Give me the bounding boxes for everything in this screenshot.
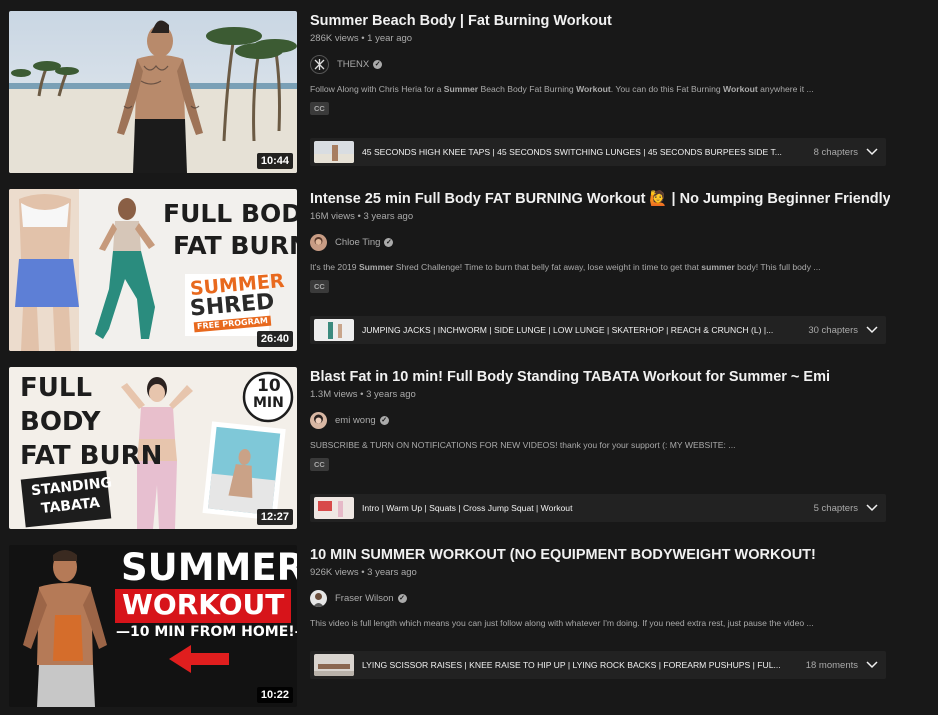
video-thumbnail[interactable]: SUMMER WORKOUT —10 MIN FROM HOME!— 10:22 [9, 545, 297, 707]
chapters-bar[interactable]: 45 SECONDS HIGH KNEE TAPS | 45 SECONDS S… [310, 138, 886, 166]
emi-wong-avatar [310, 411, 327, 429]
description-highlight: Summer [443, 84, 479, 94]
chevron-down-icon[interactable] [858, 504, 886, 512]
video-duration: 10:44 [256, 153, 293, 169]
description-text: . You can do this Fat Burning [610, 84, 724, 94]
description-highlight: Summer [358, 262, 394, 272]
video-info: Intense 25 min Full Body FAT BURNING Wor… [310, 189, 890, 344]
video-description: This video is full length which means yo… [310, 617, 890, 629]
description-text: anywhere it ... [757, 84, 814, 94]
video-duration: 12:27 [256, 509, 293, 525]
channel-link[interactable]: Fraser Wilson ✓ [310, 589, 890, 607]
video-title[interactable]: Blast Fat in 10 min! Full Body Standing … [310, 367, 890, 387]
thumb-text: FAT BURN [173, 231, 297, 260]
description-highlight: Workout [576, 84, 611, 94]
video-description: Follow Along with Chris Heria for a Summ… [310, 83, 890, 95]
channel-name: THENX [337, 58, 370, 70]
thumb-text-10: 10 [257, 376, 281, 396]
channel-link[interactable]: emi wong ✓ [310, 411, 890, 429]
video-info: Blast Fat in 10 min! Full Body Standing … [310, 367, 890, 522]
channel-link[interactable]: Chloe Ting ✓ [310, 233, 890, 251]
video-info: Summer Beach Body | Fat Burning Workout … [310, 11, 890, 166]
video-result: SUMMER WORKOUT —10 MIN FROM HOME!— 10:22… [9, 545, 938, 707]
video-meta: 16M views • 3 years ago [310, 211, 414, 222]
description-text: SUBSCRIBE & TURN ON NOTIFICATIONS FOR NE… [310, 440, 736, 450]
chloe-ting-avatar [310, 233, 327, 251]
description-text: It's the 2019 [310, 262, 359, 272]
description-highlight: summer [701, 262, 735, 272]
video-title[interactable]: 10 MIN SUMMER WORKOUT (NO EQUIPMENT BODY… [310, 545, 890, 565]
thumb-text-workout: WORKOUT [122, 588, 285, 621]
video-info: 10 MIN SUMMER WORKOUT (NO EQUIPMENT BODY… [310, 545, 890, 679]
video-thumbnail[interactable]: FULL BODY FAT BURN SUMMER SHRED FREE PRO… [9, 189, 297, 351]
video-result: FULL BODY FAT BURN SUMMER SHRED FREE PRO… [9, 189, 938, 351]
chevron-down-icon[interactable] [858, 326, 886, 334]
description-highlight: Workout [723, 84, 758, 94]
description-text: Follow Along with Chris Heria for a [310, 84, 444, 94]
thumb-text-summer: SUMMER [121, 546, 297, 589]
video-duration: 10:22 [256, 687, 293, 703]
chapter-thumbnail [314, 141, 354, 163]
thumb-text: FULL [20, 373, 93, 403]
chapters-list-text: JUMPING JACKS | INCHWORM | SIDE LUNGE | … [362, 325, 774, 335]
chapter-thumbnail [314, 654, 354, 676]
video-thumbnail[interactable]: 10:44 [9, 11, 297, 173]
chapter-thumbnail [314, 497, 354, 519]
chevron-down-icon[interactable] [858, 661, 886, 669]
cc-badge: CC [310, 280, 329, 293]
description-text: body! This full body ... [734, 262, 821, 272]
chapters-bar[interactable]: JUMPING JACKS | INCHWORM | SIDE LUNGE | … [310, 316, 886, 344]
channel-name: emi wong [335, 414, 376, 426]
channel-name: Fraser Wilson [335, 592, 394, 604]
video-title[interactable]: Intense 25 min Full Body FAT BURNING Wor… [310, 189, 890, 209]
verified-check-icon: ✓ [373, 59, 383, 69]
thumb-text: FULL BODY [163, 199, 297, 228]
thumb-text-min: MIN [253, 395, 284, 411]
video-meta: 1.3M views • 3 years ago [310, 389, 416, 400]
description-text: Shred Challenge! Time to burn that belly… [393, 262, 702, 272]
cc-badge: CC [310, 458, 329, 471]
video-thumbnail[interactable]: FULL BODY FAT BURN STANDING TABATA 10 MI… [9, 367, 297, 529]
video-result: FULL BODY FAT BURN STANDING TABATA 10 MI… [9, 367, 938, 529]
description-text: This video is full length which means yo… [310, 618, 814, 628]
verified-check-icon: ✓ [397, 593, 407, 603]
cc-badge: CC [310, 102, 329, 115]
thumb-text: FAT BURN [20, 441, 163, 471]
video-description: SUBSCRIBE & TURN ON NOTIFICATIONS FOR NE… [310, 439, 890, 451]
chapters-list-text: Intro | Warm Up | Squats | Cross Jump Sq… [362, 503, 573, 513]
video-title[interactable]: Summer Beach Body | Fat Burning Workout [310, 11, 890, 31]
channel-link[interactable]: THENX ✓ [310, 54, 890, 74]
chapters-list-text: LYING SCISSOR RAISES | KNEE RAISE TO HIP… [362, 660, 781, 670]
video-description: It's the 2019 Summer Shred Challenge! Ti… [310, 261, 890, 273]
video-result: 10:44 Summer Beach Body | Fat Burning Wo… [9, 11, 938, 173]
chapters-bar[interactable]: Intro | Warm Up | Squats | Cross Jump Sq… [310, 494, 886, 522]
video-meta: 286K views • 1 year ago [310, 33, 413, 44]
video-meta: 926K views • 3 years ago [310, 567, 417, 578]
chapters-list-text: 45 SECONDS HIGH KNEE TAPS | 45 SECONDS S… [362, 147, 782, 157]
chapter-thumbnail [314, 319, 354, 341]
video-duration: 26:40 [256, 331, 293, 347]
chapters-count: 18 moments [805, 659, 858, 671]
beach-workout-image [9, 11, 297, 173]
verified-check-icon: ✓ [384, 237, 394, 247]
chevron-down-icon[interactable] [858, 148, 886, 156]
chapters-count: 8 chapters [813, 146, 858, 158]
fraser-wilson-avatar [310, 589, 327, 607]
verified-check-icon: ✓ [379, 415, 389, 425]
thenx-logo-icon [310, 54, 329, 74]
chapters-count: 5 chapters [813, 502, 858, 514]
channel-name: Chloe Ting [335, 236, 381, 248]
thumb-text-10-min: —10 MIN FROM HOME!— [116, 624, 297, 640]
chapters-bar[interactable]: LYING SCISSOR RAISES | KNEE RAISE TO HIP… [310, 651, 886, 679]
chapters-count: 30 chapters [808, 324, 858, 336]
description-text: Beach Body Fat Burning [478, 84, 577, 94]
thumb-text: BODY [20, 407, 101, 437]
